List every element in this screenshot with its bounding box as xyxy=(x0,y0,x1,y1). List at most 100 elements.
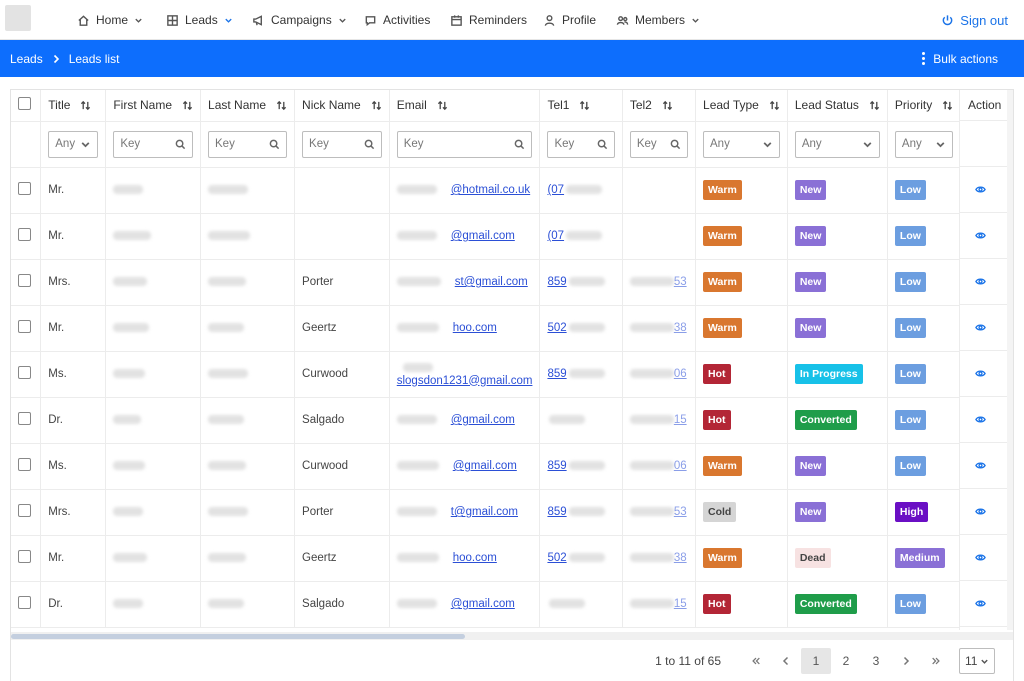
sort-icon[interactable] xyxy=(182,100,193,111)
tel2-link[interactable]: 06 xyxy=(674,460,687,472)
nav-home[interactable]: Home xyxy=(77,0,143,40)
sort-icon[interactable] xyxy=(80,100,91,111)
filter-lead-status-select[interactable]: Any xyxy=(794,130,880,158)
sign-out-button[interactable]: Sign out xyxy=(941,0,1008,40)
table-row[interactable]: Mr.@hotmail.co.uk(07WarmNewLowChch xyxy=(11,167,1013,214)
eye-icon[interactable] xyxy=(975,598,986,609)
eye-icon[interactable] xyxy=(975,552,986,563)
tel1-link[interactable]: 859 xyxy=(547,506,566,518)
email-link[interactable]: @gmail.com xyxy=(451,414,515,426)
row-checkbox[interactable] xyxy=(18,596,31,609)
table-row[interactable]: Mr.Geertzhoo.com50238WarmDeadMediumJuju xyxy=(11,535,1013,582)
tel2-link[interactable]: 15 xyxy=(674,598,687,610)
header-select-all[interactable] xyxy=(11,90,42,122)
page-1-button[interactable]: 1 xyxy=(801,648,831,674)
filter-nick-name-input[interactable]: Key xyxy=(302,130,382,158)
row-select-cell[interactable] xyxy=(11,581,42,628)
tel2-link[interactable]: 15 xyxy=(674,414,687,426)
app-logo[interactable] xyxy=(5,5,31,31)
sort-icon[interactable] xyxy=(769,100,780,111)
table-row[interactable]: Mrs.Portert@gmail.com85953ColdNewHighJuj… xyxy=(11,489,1013,536)
email-link[interactable]: hoo.com xyxy=(453,552,497,564)
email-link[interactable]: @gmail.com xyxy=(451,230,515,242)
nav-profile[interactable]: Profile xyxy=(543,0,596,40)
row-checkbox[interactable] xyxy=(18,274,31,287)
header-email[interactable]: Email xyxy=(389,90,541,122)
row-checkbox[interactable] xyxy=(18,182,31,195)
tel1-link[interactable]: 502 xyxy=(547,322,566,334)
email-link[interactable]: @gmail.com xyxy=(451,598,515,610)
eye-icon[interactable] xyxy=(975,322,986,333)
first-page-button[interactable] xyxy=(741,648,771,674)
filter-title-select[interactable]: Any xyxy=(48,130,99,158)
email-link[interactable]: hoo.com xyxy=(453,322,497,334)
row-select-cell[interactable] xyxy=(11,535,42,582)
sort-icon[interactable] xyxy=(662,100,673,111)
header-nick-name[interactable]: Nick Name xyxy=(294,90,390,122)
row-select-cell[interactable] xyxy=(11,489,42,536)
email-link[interactable]: st@gmail.com xyxy=(455,276,528,288)
row-checkbox[interactable] xyxy=(18,412,31,425)
next-page-button[interactable] xyxy=(891,648,921,674)
table-row[interactable]: Ms.Curwood@gmail.com85906WarmNewLowJuju xyxy=(11,443,1013,490)
filter-tel1-input[interactable]: Key xyxy=(547,130,615,158)
filter-tel2-input[interactable]: Key xyxy=(629,130,689,158)
eye-icon[interactable] xyxy=(975,368,986,379)
table-row[interactable]: Dr.Salgado@gmail.com15HotConvertedLowJuj… xyxy=(11,397,1013,444)
eye-icon[interactable] xyxy=(975,276,986,287)
row-select-cell[interactable] xyxy=(11,397,42,444)
eye-icon[interactable] xyxy=(975,506,986,517)
email-link[interactable]: @hotmail.co.uk xyxy=(451,184,530,196)
page-size-select[interactable]: 11 xyxy=(959,648,995,674)
header-last-name[interactable]: Last Name xyxy=(200,90,296,122)
page-3-button[interactable]: 3 xyxy=(861,648,891,674)
row-select-cell[interactable] xyxy=(11,351,42,398)
header-tel2[interactable]: Tel2 xyxy=(622,90,697,122)
tel2-link[interactable]: 53 xyxy=(674,506,687,518)
tel2-link[interactable]: 06 xyxy=(674,368,687,380)
tel2-link[interactable]: 38 xyxy=(674,322,687,334)
breadcrumb-leads-link[interactable]: Leads xyxy=(10,52,43,66)
eye-icon[interactable] xyxy=(975,460,986,471)
table-row[interactable]: Mr.@gmail.com(07WarmNewLowChch xyxy=(11,213,1013,260)
select-all-checkbox[interactable] xyxy=(18,97,31,111)
row-select-cell[interactable] xyxy=(11,213,42,260)
prev-page-button[interactable] xyxy=(771,648,801,674)
tel1-link[interactable]: 859 xyxy=(547,276,566,288)
vertical-scrollbar[interactable] xyxy=(1007,90,1013,630)
row-checkbox[interactable] xyxy=(18,458,31,471)
row-select-cell[interactable] xyxy=(11,167,42,214)
tel1-link[interactable]: (07 xyxy=(547,230,564,242)
nav-members[interactable]: Members xyxy=(616,0,700,40)
table-row[interactable]: Mr.Geertzhoo.com50238WarmNewLowJaja xyxy=(11,305,1013,352)
sort-icon[interactable] xyxy=(579,100,590,111)
header-title[interactable]: Title xyxy=(40,90,107,122)
sort-icon[interactable] xyxy=(437,100,448,111)
row-checkbox[interactable] xyxy=(18,504,31,517)
horizontal-scrollbar-thumb[interactable] xyxy=(11,634,465,639)
header-lead-status[interactable]: Lead Status xyxy=(787,90,888,122)
header-priority[interactable]: Priority xyxy=(887,90,962,122)
filter-email-input[interactable]: Key xyxy=(396,130,533,158)
header-first-name[interactable]: First Name xyxy=(105,90,202,122)
sort-icon[interactable] xyxy=(942,100,953,111)
table-row[interactable]: Mrs.Porterst@gmail.com85953WarmNewLowJaj… xyxy=(11,259,1013,306)
row-checkbox[interactable] xyxy=(18,550,31,563)
filter-last-name-input[interactable]: Key xyxy=(208,130,288,158)
row-select-cell[interactable] xyxy=(11,305,42,352)
nav-leads[interactable]: Leads xyxy=(166,0,233,40)
last-page-button[interactable] xyxy=(921,648,951,674)
header-tel1[interactable]: Tel1 xyxy=(539,90,623,122)
table-row[interactable]: Ms. Curwood slogsdon1231@gmail.com 859 06 Hot… xyxy=(11,351,1013,398)
nav-reminders[interactable]: Reminders xyxy=(450,0,527,40)
email-link[interactable]: t@gmail.com xyxy=(451,506,518,518)
horizontal-scrollbar[interactable] xyxy=(11,632,1013,640)
nav-activities[interactable]: Activities xyxy=(364,0,430,40)
filter-lead-type-select[interactable]: Any xyxy=(703,130,780,158)
filter-first-name-input[interactable]: Key xyxy=(113,130,194,158)
table-row[interactable]: Dr.Salgado@gmail.com15HotConvertedLowJuj… xyxy=(11,581,1013,628)
tel2-link[interactable]: 38 xyxy=(674,552,687,564)
email-link[interactable]: slogsdon1231@gmail.com xyxy=(397,375,533,387)
eye-icon[interactable] xyxy=(975,184,986,195)
row-select-cell[interactable] xyxy=(11,443,42,490)
